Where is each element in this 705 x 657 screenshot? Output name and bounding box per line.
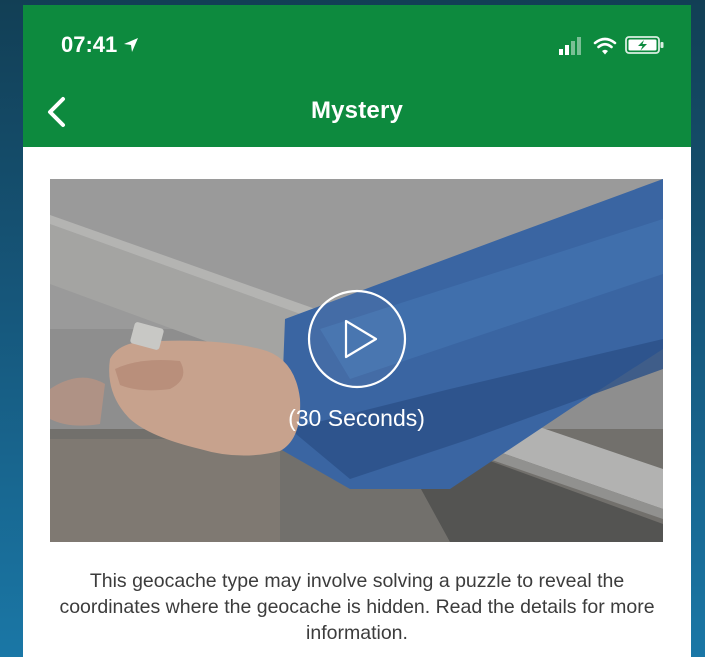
header-bar: 07:41 Mystery bbox=[23, 5, 691, 147]
video-player[interactable]: (30 Seconds) bbox=[50, 179, 663, 542]
cache-type-description: This geocache type may involve solving a… bbox=[59, 570, 655, 644]
status-bar-time: 07:41 bbox=[61, 32, 139, 58]
status-time-text: 07:41 bbox=[61, 32, 118, 57]
page-title: Mystery bbox=[310, 97, 404, 124]
battery-charging-icon bbox=[625, 36, 664, 54]
wifi-icon bbox=[593, 37, 617, 55]
play-circle-icon[interactable] bbox=[306, 288, 408, 390]
location-arrow-icon bbox=[124, 38, 139, 52]
video-duration-label: (30 Seconds) bbox=[288, 405, 425, 431]
app-screen: 07:41 Mystery (30 Seconds) This geocache… bbox=[23, 5, 691, 657]
signal-bars-icon bbox=[559, 37, 581, 55]
status-indicators bbox=[559, 35, 665, 55]
